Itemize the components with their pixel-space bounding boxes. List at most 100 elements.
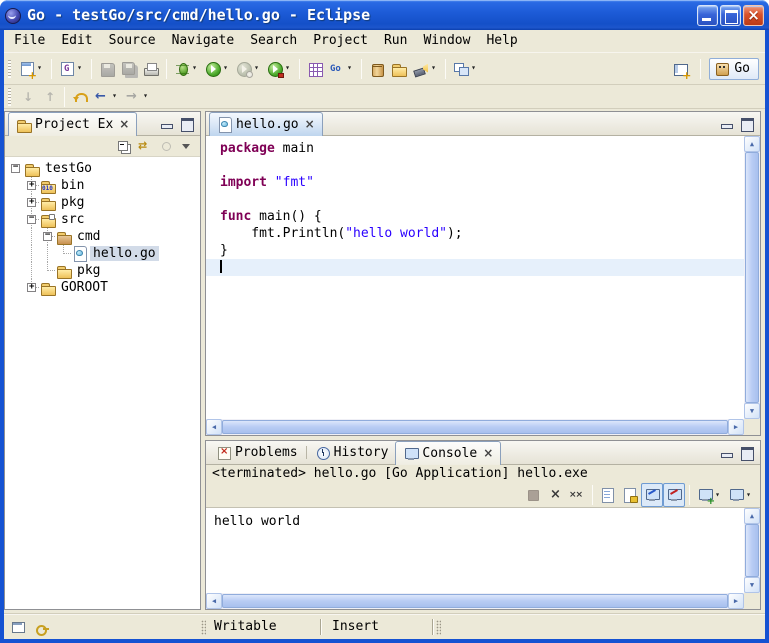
scrollbar-thumb[interactable] bbox=[222, 420, 728, 434]
scroll-left-icon[interactable] bbox=[206, 593, 222, 609]
tab-history[interactable]: History bbox=[308, 441, 396, 464]
run-menu-arrow[interactable] bbox=[221, 61, 230, 76]
open-archive-button[interactable] bbox=[366, 57, 388, 81]
back-button[interactable] bbox=[91, 85, 122, 109]
new-go-element-button[interactable] bbox=[56, 57, 87, 81]
scrollbar-thumb[interactable] bbox=[745, 524, 759, 577]
display-console-menu-arrow[interactable] bbox=[744, 488, 753, 503]
console-output[interactable]: hello world bbox=[206, 508, 744, 593]
team-sync-button[interactable] bbox=[450, 57, 481, 81]
code-line-2[interactable] bbox=[206, 157, 744, 174]
max-view-button[interactable] bbox=[178, 115, 196, 133]
new-wizard-button[interactable]: + bbox=[16, 57, 47, 81]
tree-item-pkg[interactable]: pkg bbox=[8, 262, 200, 279]
debug-button[interactable] bbox=[171, 57, 202, 81]
open-console-button[interactable]: + bbox=[694, 483, 725, 507]
close-button[interactable] bbox=[743, 5, 764, 26]
code-line-7[interactable]: } bbox=[206, 242, 744, 259]
save-button[interactable] bbox=[96, 57, 118, 81]
menu-project[interactable]: Project bbox=[305, 31, 376, 51]
tree-expander[interactable] bbox=[27, 198, 36, 207]
tree-item-pkg[interactable]: pkg bbox=[8, 194, 200, 211]
menu-file[interactable]: File bbox=[6, 31, 53, 51]
min-view-button[interactable] bbox=[718, 444, 736, 462]
console-vertical-scrollbar[interactable] bbox=[744, 508, 760, 593]
close-icon[interactable] bbox=[305, 117, 315, 132]
scroll-down-icon[interactable] bbox=[744, 577, 760, 593]
title-bar[interactable]: Go - testGo/src/cmd/hello.go - Eclipse bbox=[0, 0, 769, 30]
tab-project-explorer[interactable]: Project Ex bbox=[8, 112, 137, 136]
run-history-menu-arrow[interactable] bbox=[252, 61, 261, 76]
tree-expander[interactable] bbox=[43, 232, 52, 241]
min-view-button[interactable] bbox=[718, 115, 736, 133]
max-view-button[interactable] bbox=[738, 444, 756, 462]
scroll-left-icon[interactable] bbox=[206, 419, 222, 435]
menu-edit[interactable]: Edit bbox=[53, 31, 100, 51]
prev-annotation-button[interactable] bbox=[38, 85, 60, 109]
show-stderr-button[interactable] bbox=[663, 483, 685, 507]
go-perspective-button[interactable]: Go bbox=[709, 58, 759, 80]
menu-help[interactable]: Help bbox=[478, 31, 525, 51]
menu-run[interactable]: Run bbox=[376, 31, 415, 51]
tree-expander[interactable] bbox=[27, 215, 36, 224]
forward-button[interactable] bbox=[122, 85, 153, 109]
tree-item-testGo[interactable]: testGo bbox=[8, 160, 200, 177]
code-line-8[interactable] bbox=[206, 259, 744, 276]
tree-expander[interactable] bbox=[11, 164, 20, 173]
menu-window[interactable]: Window bbox=[415, 31, 478, 51]
menu-search[interactable]: Search bbox=[242, 31, 305, 51]
maximize-button[interactable] bbox=[720, 5, 741, 26]
remove-launch-button[interactable] bbox=[544, 483, 566, 507]
scrollbar-thumb[interactable] bbox=[745, 152, 759, 403]
team-sync-menu-arrow[interactable] bbox=[469, 61, 478, 76]
run-history-button[interactable] bbox=[233, 57, 264, 81]
back-menu-arrow[interactable] bbox=[110, 89, 119, 104]
tree-item-bin[interactable]: 010bin bbox=[8, 177, 200, 194]
display-console-button[interactable] bbox=[725, 483, 756, 507]
code-line-6[interactable]: fmt.Println("hello world"); bbox=[206, 225, 744, 242]
scroll-up-icon[interactable] bbox=[744, 136, 760, 152]
code-line-3[interactable]: import "fmt" bbox=[206, 174, 744, 191]
tree-item-hello.go[interactable]: hello.go bbox=[8, 245, 200, 262]
last-edit-button[interactable] bbox=[69, 85, 91, 109]
code-line-1[interactable]: package main bbox=[206, 140, 744, 157]
forward-menu-arrow[interactable] bbox=[141, 89, 150, 104]
go-wizard-button[interactable] bbox=[326, 57, 357, 81]
scroll-right-icon[interactable] bbox=[728, 419, 744, 435]
show-stdout-button[interactable] bbox=[641, 483, 663, 507]
tree-item-src[interactable]: src bbox=[8, 211, 200, 228]
remove-all-launches-button[interactable] bbox=[566, 483, 588, 507]
scroll-down-icon[interactable] bbox=[744, 403, 760, 419]
collapse-all-button[interactable] bbox=[114, 137, 134, 156]
view-menu-button[interactable] bbox=[177, 137, 197, 156]
menu-source[interactable]: Source bbox=[101, 31, 164, 51]
search-menu-arrow[interactable] bbox=[429, 61, 438, 76]
open-perspective-button[interactable]: + bbox=[670, 57, 692, 81]
editor-horizontal-scrollbar[interactable] bbox=[206, 419, 744, 435]
key-icon[interactable] bbox=[34, 619, 50, 635]
code-area[interactable]: package main import "fmt" func main() { fm… bbox=[206, 136, 744, 419]
save-all-button[interactable] bbox=[118, 57, 140, 81]
terminate-button[interactable] bbox=[522, 483, 544, 507]
code-line-5[interactable]: func main() { bbox=[206, 208, 744, 225]
console-horizontal-scrollbar[interactable] bbox=[206, 593, 744, 609]
external-tools-menu-arrow[interactable] bbox=[283, 61, 292, 76]
close-icon[interactable] bbox=[119, 117, 129, 132]
tab-problems[interactable]: Problems bbox=[209, 441, 305, 464]
tree-item-cmd[interactable]: cmd bbox=[8, 228, 200, 245]
scrollbar-thumb[interactable] bbox=[222, 594, 728, 608]
fast-view-icon[interactable] bbox=[10, 619, 26, 635]
clear-console-button[interactable] bbox=[597, 483, 619, 507]
search-button[interactable] bbox=[410, 57, 441, 81]
link-editor-button[interactable] bbox=[135, 137, 155, 156]
menu-navigate[interactable]: Navigate bbox=[164, 31, 243, 51]
next-annotation-button[interactable] bbox=[16, 85, 38, 109]
tree-expander[interactable] bbox=[27, 283, 36, 292]
tab-hello-go[interactable]: hello.go bbox=[209, 112, 323, 136]
close-icon[interactable] bbox=[483, 446, 493, 461]
tree-item-GOROOT[interactable]: GOROOT bbox=[8, 279, 200, 296]
tab-console[interactable]: Console bbox=[395, 441, 501, 465]
go-wizard-menu-arrow[interactable] bbox=[345, 61, 354, 76]
minimize-button[interactable] bbox=[697, 5, 718, 26]
external-tools-button[interactable] bbox=[264, 57, 295, 81]
